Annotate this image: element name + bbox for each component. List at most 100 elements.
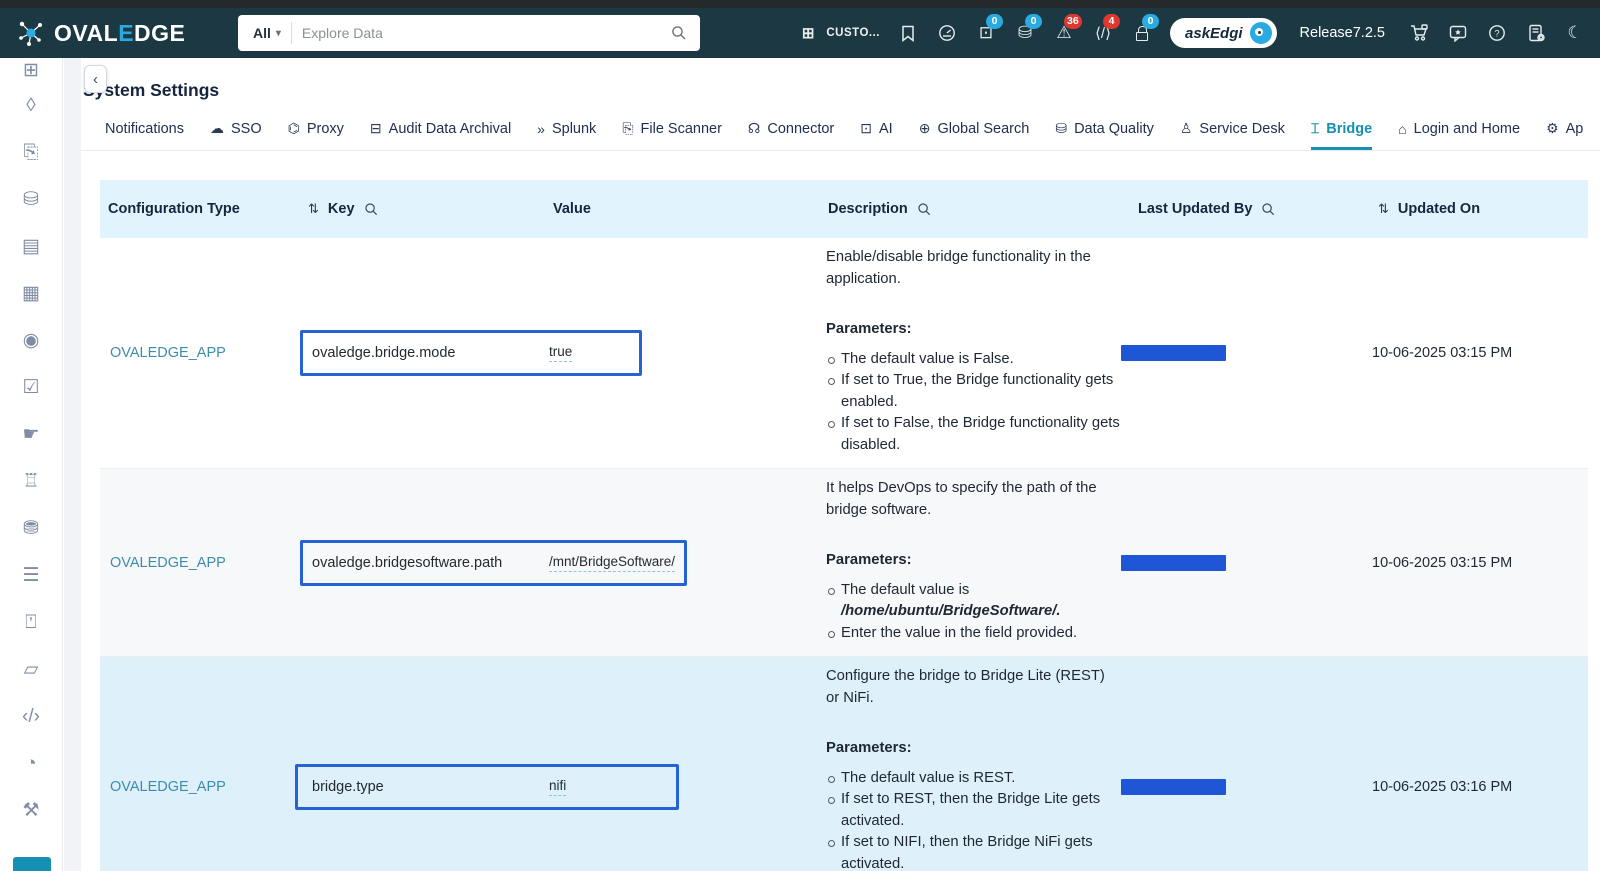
data-stores-icon[interactable]: ⛁	[0, 176, 62, 223]
tab-loginhome[interactable]: ⌂ Login and Home	[1398, 108, 1520, 150]
configuration-type-cell[interactable]: OVALEDGE_APP	[100, 779, 300, 795]
last-updated-by-cell	[1121, 345, 1370, 361]
discussions-icon[interactable]: ⍞	[0, 599, 62, 646]
tab-label: Audit Data Archival	[388, 120, 512, 137]
tab-audit[interactable]: ⊟ Audit Data Archival	[370, 108, 511, 150]
cart-icon[interactable]	[1408, 21, 1430, 45]
sidebar-content-gap	[64, 58, 81, 871]
gauge-icon[interactable]	[936, 21, 958, 45]
last-updated-by-cell	[1121, 554, 1370, 571]
approval-hand-icon[interactable]: ☛	[0, 411, 62, 458]
column-header-configuration-type[interactable]: Configuration Type	[100, 201, 300, 217]
reports-icon[interactable]: ▦	[0, 270, 62, 317]
tab-bridge[interactable]: ⌶ Bridge	[1310, 108, 1373, 150]
data-quality-icon[interactable]: ⛃	[0, 505, 62, 552]
jobs-icon[interactable]: ⊡ 0	[975, 14, 1004, 45]
governance-icon[interactable]: ♖	[0, 458, 62, 505]
parameters-label: Parameters:	[826, 740, 912, 756]
column-header-key[interactable]: ⇅ Key	[300, 201, 545, 217]
tab-label: Splunk	[551, 120, 597, 137]
parameter-bullets: The default value is /home/ubuntu/Bridge…	[826, 580, 1122, 645]
search-scope-dropdown[interactable]: All ▾	[238, 25, 291, 41]
askedgi-button[interactable]: askEdgi	[1170, 18, 1277, 48]
documents-icon[interactable]: ⎘	[0, 129, 62, 176]
config-table-row: OVALEDGE_APP ovaledge.bridgesoftware.pat…	[100, 469, 1588, 657]
data-catalog-icon[interactable]: ⊞	[0, 58, 62, 82]
notebook-icon[interactable]: ▤	[0, 223, 62, 270]
database-icon[interactable]: ⛁ 0	[1014, 14, 1043, 45]
ovaledge-logo[interactable]: OVALEDGE	[16, 8, 185, 58]
tab-proxy[interactable]: ⌬ Proxy	[288, 108, 344, 150]
tools-icon[interactable]: ⚒	[0, 787, 62, 834]
search-input[interactable]	[291, 25, 671, 41]
workspace-selector[interactable]: ⊞ CUSTO...	[797, 21, 880, 45]
config-table-row: OVALEDGE_APP ovaledge.bridge.mode true E…	[100, 238, 1588, 469]
bridge-icon: ⌶	[1310, 120, 1320, 136]
service-desk-person-icon: ♙	[1179, 120, 1193, 136]
config-table-row: OVALEDGE_APP bridge.type nifi Configure …	[100, 657, 1588, 871]
redaction-block	[1121, 554, 1226, 571]
tab-splunk[interactable]: » Splunk	[537, 108, 596, 150]
configuration-type-cell[interactable]: OVALEDGE_APP	[100, 345, 300, 361]
tab-sso[interactable]: ☁ SSO	[210, 108, 262, 150]
tags-icon[interactable]: ◊	[0, 82, 62, 129]
app-gear-icon: ⚙	[1546, 120, 1559, 136]
left-sidebar: ⊞ ◊ ⎘ ⛁ ▤ ▦ ◉ ☑ ☛ ♖ ⛃ ☰ ⍞ ▱ ‹/› ◔ ⚒	[0, 58, 63, 871]
tab-servicedesk[interactable]: ♙ Service Desk	[1180, 108, 1285, 150]
tab-notifications[interactable]: Notifications	[105, 108, 184, 150]
tab-app[interactable]: ⚙ Ap	[1546, 108, 1583, 150]
search-icon[interactable]	[671, 25, 687, 41]
release-notes-icon[interactable]	[1525, 21, 1547, 45]
editable-value[interactable]: true	[549, 344, 573, 362]
checklist-icon[interactable]: ☑	[0, 364, 62, 411]
main-content: System Settings Notifications ☁ SSO ⌬ Proxy ⊟…	[81, 58, 1600, 871]
tab-label: AI	[879, 120, 893, 137]
configuration-type-cell[interactable]: OVALEDGE_APP	[100, 555, 300, 571]
code-alerts-icon[interactable]: ⟨/⟩ 4	[1092, 14, 1121, 45]
lock-icon[interactable]: 0	[1131, 14, 1160, 45]
alert-triangle-icon[interactable]: ⚠ 36	[1053, 14, 1082, 45]
connector-plug-icon: ☊	[747, 120, 761, 136]
tab-globalsearch[interactable]: ⊕ Global Search	[919, 108, 1030, 150]
column-header-updated-on[interactable]: ⇅ Updated On	[1370, 201, 1588, 217]
config-value-cell: nifi	[545, 778, 820, 796]
sidebar-active-indicator[interactable]	[13, 857, 51, 871]
editable-value[interactable]: nifi	[549, 778, 567, 796]
column-header-description[interactable]: Description	[820, 201, 1130, 217]
svg-text:?: ?	[1494, 29, 1499, 39]
help-icon[interactable]: ?	[1486, 21, 1508, 45]
tab-connector[interactable]: ☊ Connector	[748, 108, 834, 150]
security-badge: 0	[1142, 14, 1160, 29]
search-icon[interactable]	[364, 202, 379, 217]
sort-icon[interactable]: ⇅	[308, 201, 319, 217]
column-header-last-updated-by[interactable]: Last Updated By	[1130, 201, 1370, 217]
tab-dataquality[interactable]: ⛁ Data Quality	[1055, 108, 1154, 150]
globe-search-icon: ⊕	[918, 120, 931, 136]
scheduler-icon[interactable]: ◔	[0, 740, 62, 787]
moon-icon[interactable]: ☾	[1564, 21, 1586, 45]
tab-filescanner[interactable]: ⎘ File Scanner	[622, 108, 722, 150]
bookmark-icon[interactable]	[897, 21, 919, 45]
logo-wordmark: OVALEDGE	[54, 19, 186, 46]
tab-ai[interactable]: ⊡ AI	[860, 108, 892, 150]
home-icon: ⌂	[1398, 120, 1407, 137]
editable-value[interactable]: /mnt/BridgeSoftware/	[549, 554, 676, 572]
crawler-icon[interactable]: ◉	[0, 317, 62, 364]
search-icon[interactable]	[1261, 202, 1276, 217]
column-header-value[interactable]: Value	[545, 201, 820, 217]
splunk-chevron-icon: »	[537, 120, 545, 137]
description-intro: It helps DevOps to specify the path of t…	[826, 480, 1097, 518]
tab-label: Login and Home	[1413, 120, 1521, 137]
tab-label: Proxy	[306, 120, 344, 137]
description-cell: Enable/disable bridge functionality in t…	[820, 238, 1130, 468]
projects-icon[interactable]: ▱	[0, 646, 62, 693]
glossary-icon[interactable]: ☰	[0, 552, 62, 599]
parameter-bullet: Enter the value in the field provided.	[826, 623, 1122, 645]
description-intro: Configure the bridge to Bridge Lite (RES…	[826, 668, 1105, 706]
search-icon[interactable]	[917, 202, 932, 217]
tab-label: SSO	[230, 120, 262, 137]
query-sheet-icon[interactable]: ‹/›	[0, 693, 62, 740]
feedback-icon[interactable]	[1447, 21, 1469, 45]
tabs-scroll-left-button[interactable]: ‹	[84, 65, 107, 93]
sort-icon[interactable]: ⇅	[1378, 201, 1389, 217]
